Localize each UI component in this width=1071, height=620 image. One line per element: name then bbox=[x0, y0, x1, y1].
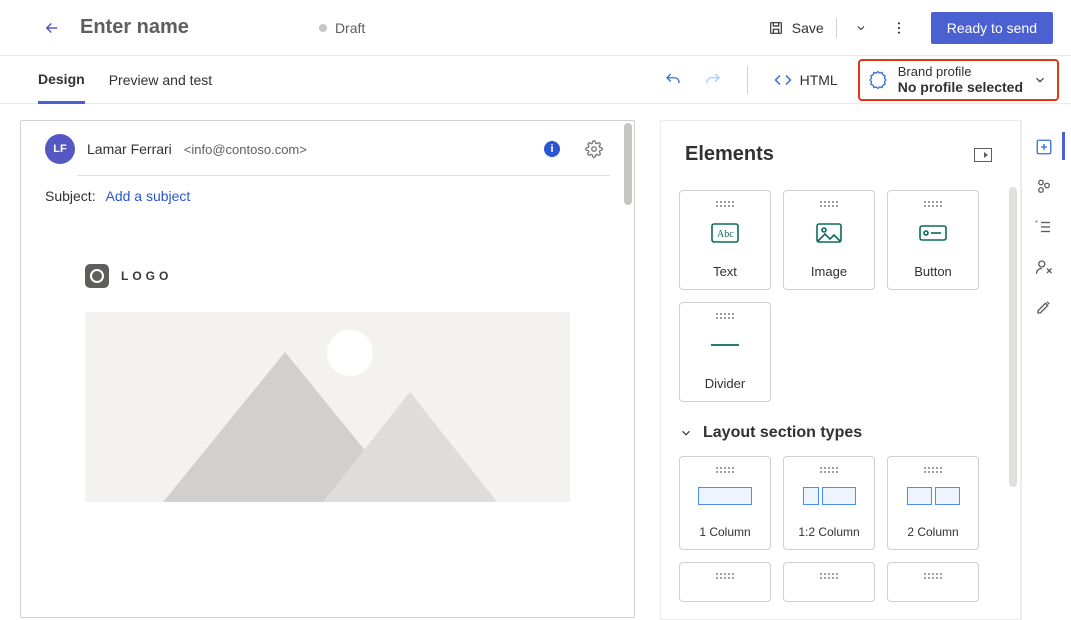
element-tile-divider[interactable]: Divider bbox=[679, 302, 771, 402]
image-placeholder[interactable] bbox=[85, 312, 570, 502]
layout-tile-placeholder[interactable] bbox=[679, 562, 771, 602]
layout-tile-label: 1:2 Column bbox=[798, 525, 859, 539]
tab-preview[interactable]: Preview and test bbox=[109, 56, 213, 103]
collapse-panel-icon[interactable] bbox=[974, 148, 992, 162]
from-email: <info@contoso.com> bbox=[184, 142, 307, 157]
tab-design[interactable]: Design bbox=[38, 57, 85, 104]
drag-grip-icon bbox=[716, 201, 734, 203]
page-title-input[interactable]: Enter name bbox=[80, 16, 189, 39]
divider-icon bbox=[711, 333, 739, 357]
from-name: Lamar Ferrari bbox=[87, 141, 172, 157]
scrollbar[interactable] bbox=[1009, 187, 1017, 487]
rail-list-icon[interactable]: * bbox=[1022, 218, 1065, 236]
undo-icon[interactable] bbox=[657, 64, 689, 96]
brand-profile-text: Brand profile No profile selected bbox=[898, 64, 1023, 96]
html-toggle-label: HTML bbox=[800, 72, 838, 88]
drag-grip-icon bbox=[820, 201, 838, 203]
button-icon bbox=[919, 221, 947, 245]
chevron-down-icon bbox=[679, 426, 693, 440]
svg-text:Abc: Abc bbox=[717, 229, 734, 240]
save-options-chevron-icon[interactable] bbox=[845, 12, 877, 44]
text-icon: Abc bbox=[711, 221, 739, 245]
layout-tile-label: 1 Column bbox=[699, 525, 750, 539]
logo-icon bbox=[85, 264, 109, 288]
layout-tile-1-2-column[interactable]: 1:2 Column bbox=[783, 456, 875, 550]
rail-brush-icon[interactable] bbox=[1022, 298, 1065, 316]
elements-panel-title: Elements bbox=[685, 143, 774, 166]
logo-block[interactable]: LOGO bbox=[21, 228, 634, 312]
rail-elements-icon[interactable] bbox=[1022, 138, 1065, 156]
drag-grip-icon bbox=[716, 313, 734, 315]
layout-tile-placeholder[interactable] bbox=[783, 562, 875, 602]
logo-text: LOGO bbox=[121, 269, 172, 283]
chevron-down-icon bbox=[1033, 73, 1047, 87]
layout-tile-label: 2 Column bbox=[907, 525, 958, 539]
save-button[interactable]: Save bbox=[764, 20, 828, 36]
email-canvas[interactable]: LF Lamar Ferrari <info@contoso.com> i Su… bbox=[20, 120, 635, 618]
separator bbox=[747, 66, 748, 94]
more-vertical-icon[interactable] bbox=[883, 12, 915, 44]
info-icon[interactable]: i bbox=[544, 141, 560, 157]
status-dot-icon bbox=[319, 24, 327, 32]
element-tile-button[interactable]: Button bbox=[887, 190, 979, 290]
subject-label: Subject: bbox=[45, 188, 96, 204]
brand-profile-dropdown[interactable]: Brand profile No profile selected bbox=[858, 59, 1059, 101]
layout-tile-2-column[interactable]: 2 Column bbox=[887, 456, 979, 550]
element-tile-image[interactable]: Image bbox=[783, 190, 875, 290]
subject-row: Subject: Add a subject bbox=[21, 176, 634, 228]
svg-text:*: * bbox=[1035, 218, 1038, 227]
element-tile-label: Button bbox=[914, 264, 952, 279]
redo-icon[interactable] bbox=[697, 64, 729, 96]
elements-panel: Elements Abc Text bbox=[660, 120, 1021, 620]
layout-tile-placeholder[interactable] bbox=[887, 562, 979, 602]
add-subject-link[interactable]: Add a subject bbox=[105, 188, 190, 204]
element-tile-label: Image bbox=[811, 264, 847, 279]
rail-person-add-icon[interactable] bbox=[1022, 258, 1065, 276]
html-toggle-button[interactable]: HTML bbox=[766, 71, 846, 89]
element-tile-label: Divider bbox=[705, 376, 745, 391]
status-indicator: Draft bbox=[319, 20, 365, 36]
element-tile-label: Text bbox=[713, 264, 737, 279]
status-text: Draft bbox=[335, 20, 365, 36]
element-tile-text[interactable]: Abc Text bbox=[679, 190, 771, 290]
rosette-icon bbox=[868, 70, 888, 90]
header-bar: Enter name Draft Save Ready to send bbox=[0, 0, 1071, 56]
rail-people-icon[interactable] bbox=[1022, 178, 1065, 196]
right-tool-rail: * bbox=[1021, 120, 1065, 620]
back-icon[interactable] bbox=[36, 12, 68, 44]
toolbar: Design Preview and test HTML Brand profi… bbox=[0, 56, 1071, 104]
image-icon bbox=[816, 221, 842, 245]
save-button-label: Save bbox=[792, 20, 824, 36]
layout-section-header[interactable]: Layout section types bbox=[661, 424, 1016, 456]
gear-icon[interactable] bbox=[578, 133, 610, 165]
primary-button-label: Ready to send bbox=[947, 20, 1037, 36]
separator bbox=[836, 18, 837, 38]
ready-to-send-button[interactable]: Ready to send bbox=[931, 12, 1053, 44]
drag-grip-icon bbox=[924, 201, 942, 203]
avatar: LF bbox=[45, 134, 75, 164]
scrollbar[interactable] bbox=[624, 123, 632, 205]
layout-tile-1-column[interactable]: 1 Column bbox=[679, 456, 771, 550]
